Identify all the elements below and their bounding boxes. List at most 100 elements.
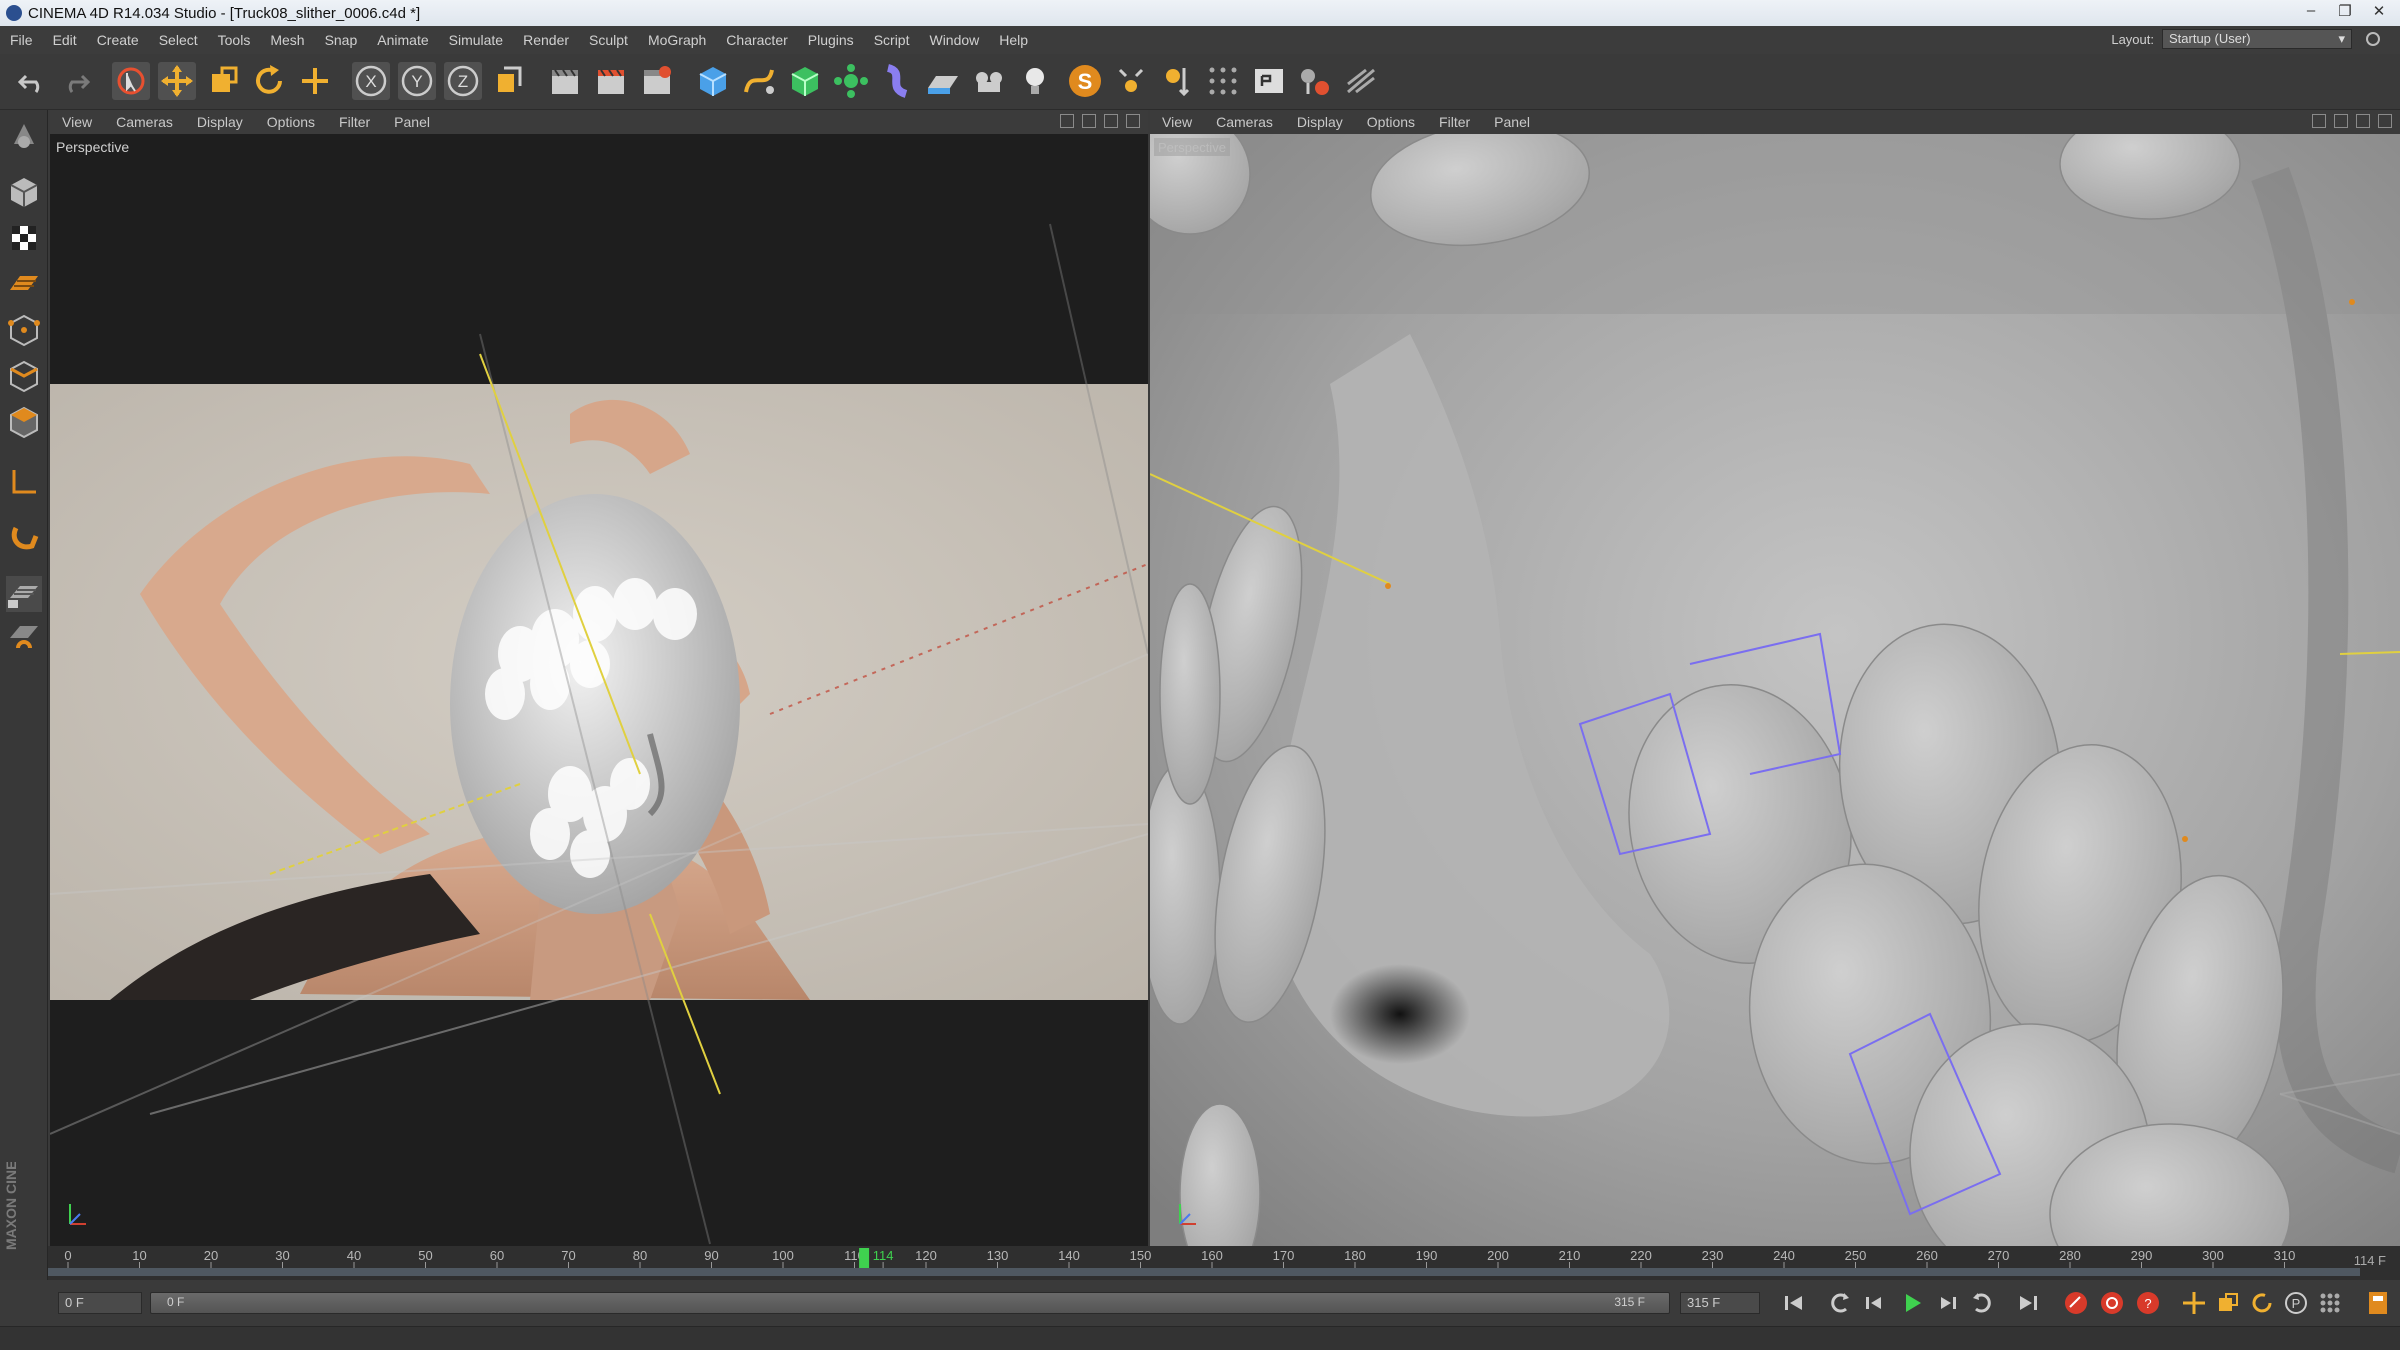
close-button[interactable]: ✕	[2362, 2, 2396, 20]
timeline-ruler[interactable]: 0 10 20 30 40 50 60 70 80 90 100 110 114 120 130 140 150…	[48, 1246, 2400, 1280]
x-axis-lock-icon[interactable]: X	[352, 62, 390, 100]
scheme-icon[interactable]	[2364, 1289, 2392, 1317]
rotation-key-icon[interactable]	[2248, 1289, 2276, 1317]
previous-key-icon[interactable]	[1826, 1289, 1854, 1317]
make-editable-icon[interactable]	[6, 118, 42, 154]
vp-left-menu-display[interactable]: Display	[185, 114, 255, 130]
record-icon[interactable]	[2062, 1289, 2090, 1317]
vp-right-menu-panel[interactable]: Panel	[1482, 114, 1542, 130]
snap-icon[interactable]	[1112, 62, 1150, 100]
layout-dropdown[interactable]: Startup (User) ▾	[2162, 29, 2352, 49]
tweak-mode-icon[interactable]	[6, 520, 42, 556]
menu-window[interactable]: Window	[919, 32, 989, 48]
axis-mode-icon[interactable]	[6, 464, 42, 500]
spline-pen-icon[interactable]	[740, 62, 778, 100]
model-mode-icon[interactable]	[6, 174, 42, 210]
xpresso-icon[interactable]	[1296, 62, 1334, 100]
z-axis-lock-icon[interactable]: Z	[444, 62, 482, 100]
viewport-left-canvas[interactable]: Perspective	[50, 134, 1148, 1246]
menu-help[interactable]: Help	[989, 32, 1038, 48]
cube-object-icon[interactable]	[694, 62, 732, 100]
menu-file[interactable]: File	[0, 32, 43, 48]
vp-left-rotate-icon[interactable]	[1104, 114, 1118, 128]
rotate-icon[interactable]	[250, 62, 288, 100]
vp-right-menu-options[interactable]: Options	[1355, 114, 1427, 130]
points-mode-icon[interactable]	[6, 312, 42, 348]
move-icon[interactable]	[158, 62, 196, 100]
sculpt-s-icon[interactable]: S	[1066, 62, 1104, 100]
array-icon[interactable]	[832, 62, 870, 100]
preview-range-slider[interactable]: 0 F 315 F	[150, 1292, 1670, 1314]
menu-sculpt[interactable]: Sculpt	[579, 32, 638, 48]
parameter-key-icon[interactable]: P	[2282, 1289, 2310, 1317]
viewport-right-canvas[interactable]: Perspective	[1150, 134, 2400, 1246]
vp-right-move-icon[interactable]	[2312, 114, 2326, 128]
menu-script[interactable]: Script	[864, 32, 920, 48]
grid-icon[interactable]	[1204, 62, 1242, 100]
vp-right-maximize-icon[interactable]	[2378, 114, 2392, 128]
minimize-button[interactable]: –	[2294, 2, 2328, 19]
vp-right-menu-filter[interactable]: Filter	[1427, 114, 1482, 130]
vp-left-menu-options[interactable]: Options	[255, 114, 327, 130]
viewport-perspective-right[interactable]: View Cameras Display Options Filter Pane…	[1150, 110, 2400, 1246]
vp-left-move-icon[interactable]	[1060, 114, 1074, 128]
position-key-icon[interactable]	[2180, 1289, 2208, 1317]
y-axis-lock-icon[interactable]: Y	[398, 62, 436, 100]
polygons-mode-icon[interactable]	[6, 404, 42, 440]
workplane-mode-icon[interactable]	[6, 266, 42, 302]
vp-right-zoom-icon[interactable]	[2334, 114, 2348, 128]
edges-mode-icon[interactable]	[6, 358, 42, 394]
workplane-icon[interactable]	[1158, 62, 1196, 100]
snap-enable-icon[interactable]	[6, 576, 42, 612]
point-level-icon[interactable]	[2316, 1289, 2344, 1317]
next-frame-icon[interactable]	[1934, 1289, 1962, 1317]
render-settings-icon[interactable]	[638, 62, 676, 100]
maximize-button[interactable]: ❐	[2328, 2, 2362, 20]
go-to-end-icon[interactable]	[2014, 1289, 2042, 1317]
menu-character[interactable]: Character	[716, 32, 797, 48]
vp-left-zoom-icon[interactable]	[1082, 114, 1096, 128]
vp-left-menu-view[interactable]: View	[50, 114, 104, 130]
vp-right-rotate-icon[interactable]	[2356, 114, 2370, 128]
current-frame-marker[interactable]	[859, 1248, 870, 1268]
recent-tool-icon[interactable]	[296, 62, 334, 100]
menu-mograph[interactable]: MoGraph	[638, 32, 716, 48]
render-picture-viewer-icon[interactable]	[592, 62, 630, 100]
current-frame-field[interactable]: 0 F	[58, 1292, 142, 1314]
menu-plugins[interactable]: Plugins	[798, 32, 864, 48]
camera-icon[interactable]	[970, 62, 1008, 100]
redo-icon[interactable]	[56, 62, 94, 100]
vp-left-menu-cameras[interactable]: Cameras	[104, 114, 185, 130]
menu-snap[interactable]: Snap	[315, 32, 368, 48]
scale-icon[interactable]	[204, 62, 242, 100]
vp-right-menu-view[interactable]: View	[1150, 114, 1204, 130]
go-to-start-icon[interactable]	[1780, 1289, 1808, 1317]
menu-animate[interactable]: Animate	[367, 32, 438, 48]
menu-render[interactable]: Render	[513, 32, 579, 48]
menu-create[interactable]: Create	[87, 32, 149, 48]
play-icon[interactable]	[1898, 1289, 1926, 1317]
search-icon[interactable]	[2366, 32, 2380, 46]
keyframe-selection-icon[interactable]: ?	[2134, 1289, 2162, 1317]
max-frame-field[interactable]: 315 F	[1680, 1292, 1760, 1314]
floor-icon[interactable]	[924, 62, 962, 100]
vp-left-maximize-icon[interactable]	[1126, 114, 1140, 128]
light-icon[interactable]	[1016, 62, 1054, 100]
vp-right-menu-display[interactable]: Display	[1285, 114, 1355, 130]
autokey-icon[interactable]	[2098, 1289, 2126, 1317]
undo-icon[interactable]	[14, 62, 52, 100]
vp-right-menu-cameras[interactable]: Cameras	[1204, 114, 1285, 130]
previous-frame-icon[interactable]	[1860, 1289, 1888, 1317]
next-key-icon[interactable]	[1968, 1289, 1996, 1317]
vp-left-menu-filter[interactable]: Filter	[327, 114, 382, 130]
menu-select[interactable]: Select	[149, 32, 208, 48]
texture-mode-icon[interactable]	[6, 220, 42, 256]
coordinate-system-icon[interactable]	[490, 62, 528, 100]
menu-tools[interactable]: Tools	[208, 32, 261, 48]
vp-left-menu-panel[interactable]: Panel	[382, 114, 442, 130]
soft-selection-icon[interactable]	[6, 622, 42, 658]
menu-mesh[interactable]: Mesh	[260, 32, 314, 48]
menu-edit[interactable]: Edit	[43, 32, 87, 48]
deformer-icon[interactable]	[878, 62, 916, 100]
scale-key-icon[interactable]	[2214, 1289, 2242, 1317]
